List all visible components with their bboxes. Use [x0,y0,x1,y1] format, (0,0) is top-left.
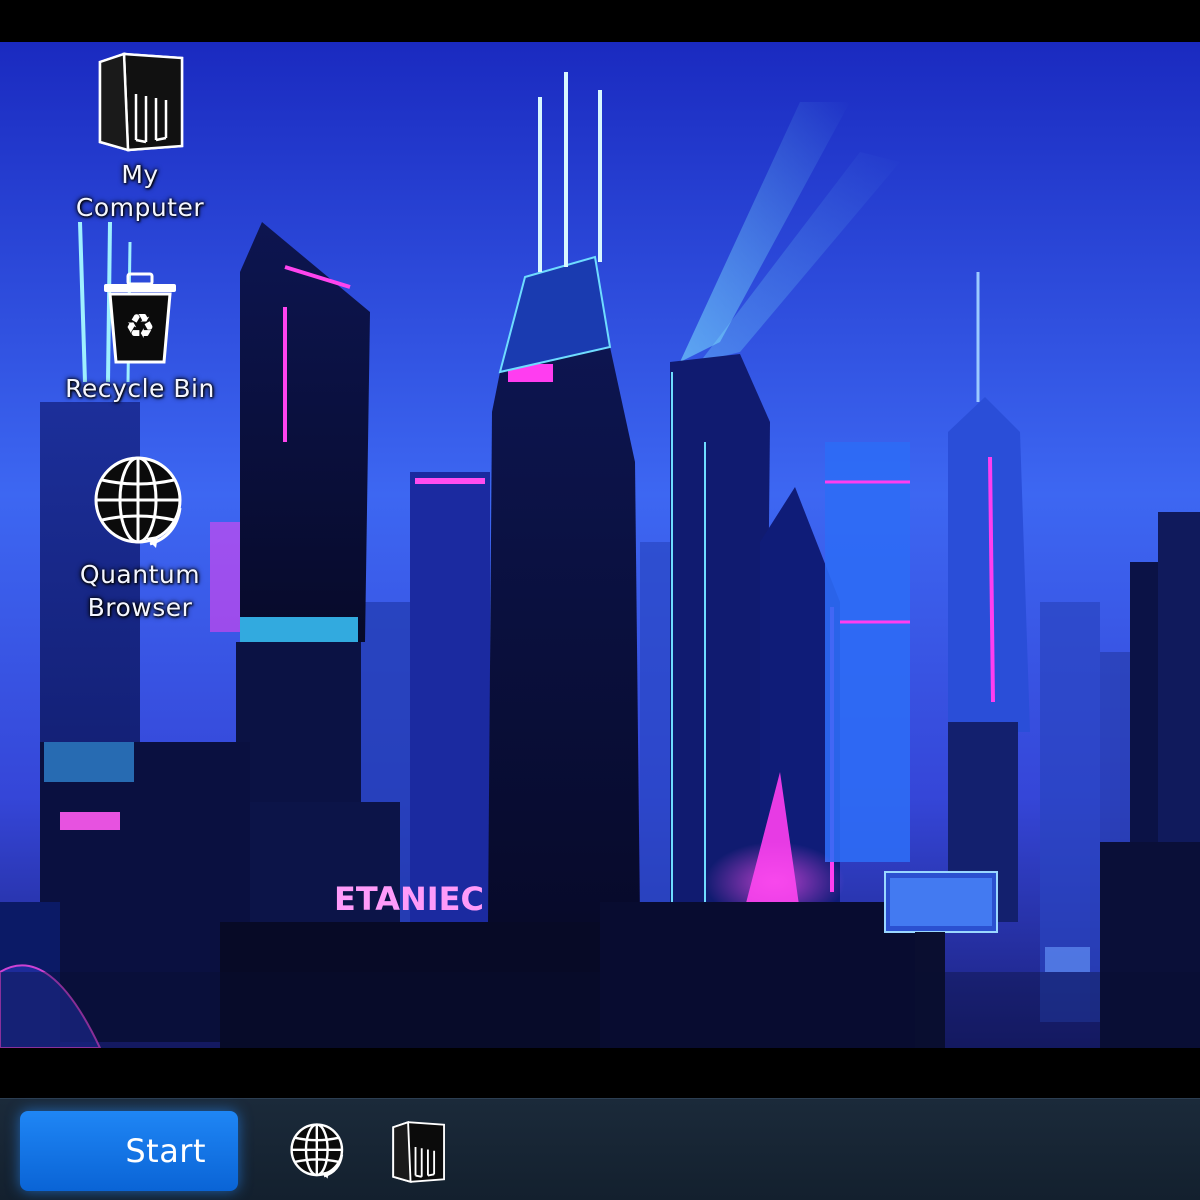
computer-tower-icon [98,52,184,152]
computer-tower-icon [392,1120,445,1184]
desktop-icon-quantum-browser[interactable]: Quantum Browser [50,452,230,624]
recycle-bin-icon: ♻ [104,272,176,364]
taskbar: Start [0,1098,1200,1200]
taskbar-pinned-my-computer[interactable] [388,1120,448,1184]
svg-text:♻: ♻ [125,307,155,347]
globe-icon [94,456,182,548]
start-button[interactable]: Start [20,1111,238,1191]
desktop-screen: ETANIEC My Computer ♻ Recycle Bin Quantu… [0,0,1200,1200]
desktop-icon-label: Quantum Browser [79,560,201,622]
globe-icon [290,1123,344,1179]
desktop-icon-recycle-bin[interactable]: ♻ Recycle Bin [50,270,230,405]
desktop-icon-label: Recycle Bin [65,374,215,403]
desktop-icon-label: My Computer [75,160,205,222]
wallpaper-neon-sign: ETANIEC [334,880,484,918]
desktop-icon-my-computer[interactable]: My Computer [50,52,230,224]
taskbar-pinned-browser[interactable] [288,1121,348,1181]
